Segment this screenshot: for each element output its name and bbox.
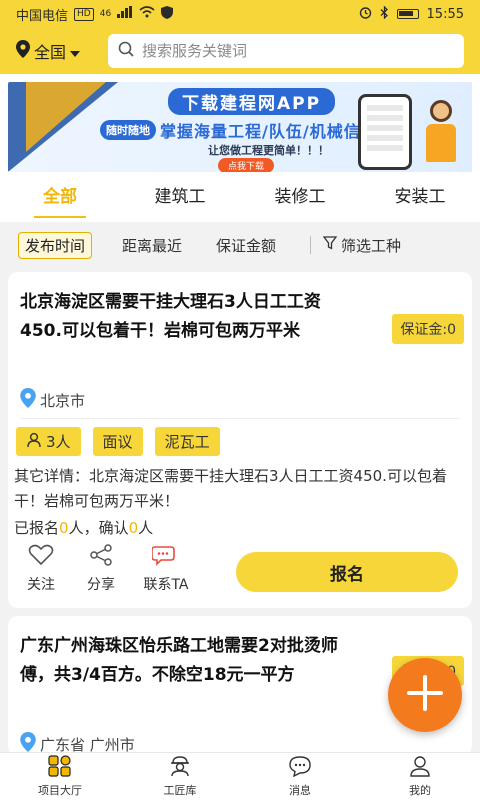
top-bar: 中国电信 HD 46 15:55 全国 搜索服务关键词	[0, 0, 480, 74]
clock-time: 15:55	[426, 6, 464, 22]
nav-craftsman-library[interactable]: 工匠库	[120, 753, 240, 800]
filter-label: 筛选工种	[341, 236, 402, 255]
banner-download-button[interactable]: 点我下载	[218, 158, 275, 172]
network-type: 46	[99, 9, 112, 19]
hd-badge: HD	[74, 7, 94, 21]
nav-messages[interactable]: 消息	[240, 753, 360, 800]
share-icon	[88, 544, 114, 570]
nav-label: 工匠库	[163, 784, 197, 797]
banner-pill: 随时随地	[100, 120, 156, 140]
sort-deposit[interactable]: 保证金额	[216, 235, 276, 256]
job-location: 北京市	[20, 388, 85, 412]
signal-icon	[117, 6, 133, 22]
share-label: 分享	[87, 577, 115, 593]
application-status: 已报名0人，确认0人	[14, 517, 153, 538]
chat-bubble-icon	[151, 544, 180, 570]
sort-bar: 发布时间 距离最近 保证金额 筛选工种	[0, 222, 480, 268]
job-tags: 3人 面议 泥瓦工	[16, 427, 220, 456]
search-input[interactable]	[142, 42, 454, 60]
search-box[interactable]	[108, 34, 464, 68]
card-actions: 关注 分享 联系TA	[18, 544, 194, 594]
banner-slogan: 让您做工程更简单！！！	[208, 144, 329, 157]
person-icon	[26, 432, 42, 452]
banner-decoration-accent	[26, 82, 106, 152]
job-details: 其它详情：北京海淀区需要干挂大理石3人日工工资450.可以包着干！岩棉可包两万平…	[14, 467, 447, 510]
search-icon	[118, 41, 134, 61]
bottom-nav: 项目大厅 工匠库 消息 我的	[0, 752, 480, 800]
location-selector[interactable]: 全国	[16, 39, 108, 63]
status-suffix: 人	[138, 519, 154, 537]
pay-tag: 面议	[92, 427, 143, 456]
wifi-icon	[139, 6, 155, 22]
grid-icon	[48, 755, 72, 780]
deposit-badge: 保证金:0	[392, 314, 464, 344]
location-pin-icon	[16, 40, 30, 62]
location-label: 全国	[34, 43, 67, 62]
banner-subtitle: 随时随地 掌握海量工程/队伍/机械信息	[100, 118, 378, 142]
shield-icon	[161, 5, 174, 23]
divider	[310, 236, 312, 254]
filter-trade-button[interactable]: 筛选工种	[322, 235, 402, 256]
filter-icon	[322, 236, 338, 254]
divider	[20, 418, 460, 419]
people-tag: 3人	[16, 427, 81, 456]
applied-count: 0	[59, 519, 69, 537]
location-pin-icon	[20, 388, 36, 412]
caret-down-icon	[70, 42, 81, 61]
contact-button[interactable]: 联系TA	[138, 544, 194, 594]
nav-label: 项目大厅	[38, 784, 82, 797]
carrier-name: 中国电信	[16, 8, 69, 24]
follow-button[interactable]: 关注	[18, 544, 64, 594]
bluetooth-icon	[380, 4, 389, 23]
people-count: 3人	[46, 433, 71, 451]
profile-icon	[408, 755, 432, 780]
banner-title: 下载建程网APP	[168, 88, 336, 115]
nav-label: 我的	[409, 784, 431, 797]
tab-all[interactable]: 全部	[0, 174, 120, 222]
tab-construction[interactable]: 建筑工	[120, 174, 240, 222]
job-title: 北京海淀区需要干挂大理石3人日工工资450.可以包着干！岩棉可包两万平米	[20, 292, 321, 341]
phone-illustration	[358, 94, 412, 170]
add-post-button[interactable]	[388, 658, 462, 732]
contact-label: 联系TA	[143, 577, 189, 593]
sort-nearest[interactable]: 距离最近	[122, 235, 182, 256]
status-bar: 中国电信 HD 46 15:55	[0, 0, 480, 28]
worker-illustration	[423, 100, 459, 170]
alarm-icon	[359, 6, 372, 23]
sort-publish-time[interactable]: 发布时间	[18, 231, 93, 259]
worker-icon	[168, 755, 192, 780]
plus-icon	[405, 673, 445, 717]
job-title: 广东广州海珠区怡乐路工地需要2对批烫师傅，共3/4百方。不除空18元一平方	[20, 636, 338, 685]
location-text: 北京市	[40, 391, 86, 410]
tab-installation[interactable]: 安装工	[360, 174, 480, 222]
nav-project-hall[interactable]: 项目大厅	[0, 753, 120, 800]
nav-profile[interactable]: 我的	[360, 753, 480, 800]
job-card[interactable]: 北京海淀区需要干挂大理石3人日工工资450.可以包着干！岩棉可包两万平米 保证金…	[8, 272, 472, 608]
category-tabs: 全部 建筑工 装修工 安装工	[0, 174, 480, 222]
tab-decoration[interactable]: 装修工	[240, 174, 360, 222]
promo-banner[interactable]: 下载建程网APP 随时随地 掌握海量工程/队伍/机械信息 让您做工程更简单！！！…	[0, 74, 480, 174]
message-icon	[288, 755, 312, 780]
status-prefix: 已报名	[14, 519, 60, 537]
share-button[interactable]: 分享	[78, 544, 124, 594]
banner-image: 下载建程网APP 随时随地 掌握海量工程/队伍/机械信息 让您做工程更简单！！！…	[8, 82, 472, 172]
confirmed-count: 0	[128, 519, 139, 537]
status-mid: 人，确认	[68, 519, 129, 537]
nav-label: 消息	[289, 784, 311, 797]
signup-button[interactable]: 报名	[236, 552, 458, 592]
search-header: 全国	[0, 28, 480, 68]
heart-icon	[28, 544, 54, 570]
banner-headline: 掌握海量工程/队伍/机械信息	[160, 122, 378, 141]
trade-tag: 泥瓦工	[154, 427, 220, 456]
follow-label: 关注	[27, 577, 55, 593]
battery-icon	[396, 9, 419, 19]
